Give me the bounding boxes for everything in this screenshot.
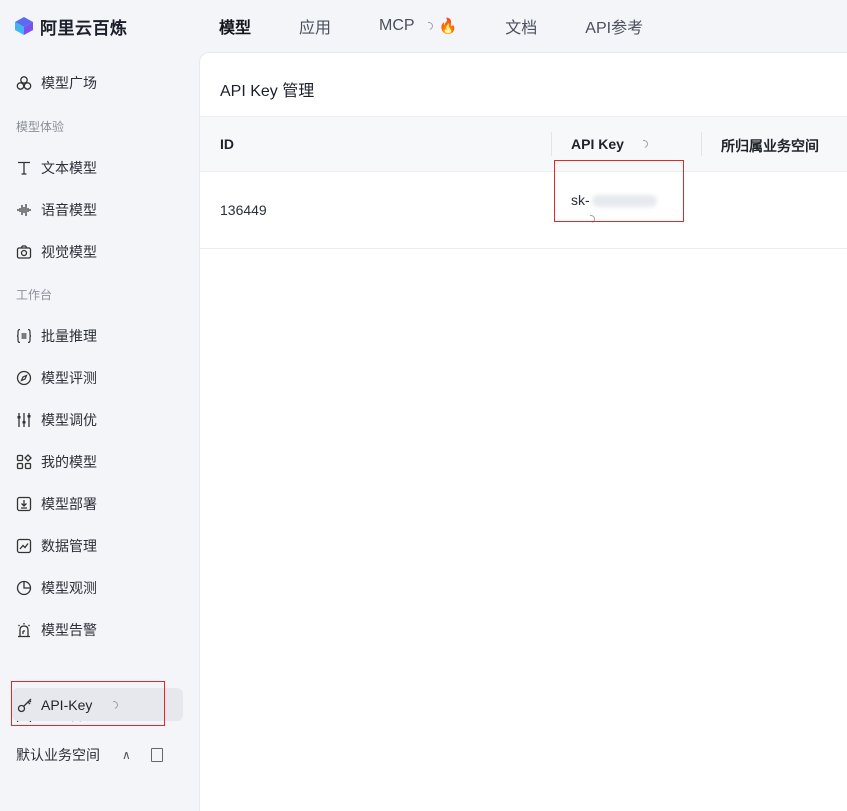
collapse-panel-icon[interactable] xyxy=(150,748,163,762)
sidebar-item-model-alert[interactable]: 模型告警 xyxy=(16,619,97,641)
sidebar-item-label: 数据管理 xyxy=(41,538,97,554)
sidebar-item-model-eval[interactable]: 模型评测 xyxy=(16,367,97,389)
sidebar-item-vision-model[interactable]: 视觉模型 xyxy=(16,241,97,263)
alarm-icon xyxy=(16,622,32,638)
sidebar-item-label: 文本模型 xyxy=(41,160,97,176)
compass-icon xyxy=(16,370,32,386)
workspace-label[interactable]: 默认业务空间 xyxy=(16,745,100,765)
section-experience: 模型体验 xyxy=(16,120,65,134)
cell-id: 136449 xyxy=(220,202,267,218)
pie-chart-icon xyxy=(16,580,32,596)
sidebar-item-label: 批量推理 xyxy=(41,328,97,344)
sidebar-item-label: 模型广场 xyxy=(41,75,97,91)
section-workbench: 工作台 xyxy=(16,288,53,302)
nav-app[interactable]: 应用 xyxy=(299,14,331,38)
sidebar-item-model-tuning[interactable]: 模型调优 xyxy=(16,409,97,431)
nav-docs[interactable]: 文档 xyxy=(505,14,537,38)
column-divider[interactable] xyxy=(551,132,552,156)
sidebar-item-model-observe[interactable]: 模型观测 xyxy=(16,577,97,599)
table-header: ID API Key 所归属业务空间 xyxy=(200,116,847,172)
column-header-id: ID xyxy=(220,136,234,152)
nav-model-label: 模型 xyxy=(219,20,252,37)
model-square-icon xyxy=(16,75,32,91)
sidebar-item-label: 模型调优 xyxy=(41,412,97,428)
sidebar-item-label: 模型评测 xyxy=(41,370,97,386)
sidebar-item-model-deploy[interactable]: 模型部署 xyxy=(16,493,97,515)
sidebar-item-label: 模型部署 xyxy=(41,496,97,512)
sidebar-item-text-model[interactable]: 文本模型 xyxy=(16,157,97,179)
loading-spinner-icon xyxy=(638,138,650,150)
nav-api-ref[interactable]: API参考 xyxy=(585,14,643,38)
sidebar-item-label: 语音模型 xyxy=(41,202,97,218)
nav-api-ref-label: API参考 xyxy=(585,20,644,37)
workspace-switcher[interactable]: 默认业务空间 ∧ xyxy=(16,745,186,765)
sidebar-item-label: 模型告警 xyxy=(41,622,97,638)
download-box-icon xyxy=(16,496,32,512)
column-header-api-key: API Key xyxy=(571,136,650,152)
sliders-icon xyxy=(16,412,32,428)
table-row: 136449 sk- xyxy=(200,172,847,249)
chart-box-icon xyxy=(16,538,32,554)
sidebar-item-label: 视觉模型 xyxy=(41,244,97,260)
main-panel: API Key 管理 ID API Key 所归属业务空间 136449 sk- xyxy=(199,52,847,811)
sidebar-item-batch-inference[interactable]: 批量推理 xyxy=(16,325,97,347)
column-header-label: API Key xyxy=(571,136,624,152)
nav-docs-label: 文档 xyxy=(505,20,538,37)
top-nav: 模型 应用 MCP 🔥 文档 API参考 xyxy=(219,14,691,38)
top-bar: 阿里云百炼 模型 应用 MCP 🔥 文档 API参考 xyxy=(0,0,847,52)
sidebar-item-voice-model[interactable]: 语音模型 xyxy=(16,199,97,221)
sidebar-item-my-models[interactable]: 我的模型 xyxy=(16,451,97,473)
nav-app-label: 应用 xyxy=(299,20,332,37)
text-t-icon xyxy=(16,160,32,176)
sidebar-item-label: 我的模型 xyxy=(41,454,97,470)
grid-apps-icon xyxy=(16,454,32,470)
sidebar-item-data-manage[interactable]: 数据管理 xyxy=(16,535,97,557)
sidebar-item-label: 模型观测 xyxy=(41,580,97,596)
column-divider[interactable] xyxy=(701,132,702,156)
highlight-box xyxy=(554,160,684,222)
page-title: API Key 管理 xyxy=(220,83,315,100)
braces-list-icon xyxy=(16,328,32,344)
fire-icon: 🔥 xyxy=(438,18,458,35)
camera-icon xyxy=(16,244,32,260)
waveform-icon xyxy=(16,202,32,218)
loading-spinner-icon xyxy=(423,20,435,32)
chevron-up-icon[interactable]: ∧ xyxy=(122,748,131,762)
nav-mcp-label: MCP xyxy=(379,17,415,34)
nav-model[interactable]: 模型 xyxy=(219,14,251,38)
brand-name: 阿里云百炼 xyxy=(40,18,128,38)
nav-mcp[interactable]: MCP 🔥 xyxy=(379,17,457,35)
column-header-workspace: 所归属业务空间 xyxy=(721,138,819,154)
highlight-box xyxy=(11,681,165,726)
sidebar-item-model-square[interactable]: 模型广场 xyxy=(16,72,97,94)
brand[interactable]: 阿里云百炼 xyxy=(14,14,219,39)
bailian-logo-icon xyxy=(15,17,33,35)
